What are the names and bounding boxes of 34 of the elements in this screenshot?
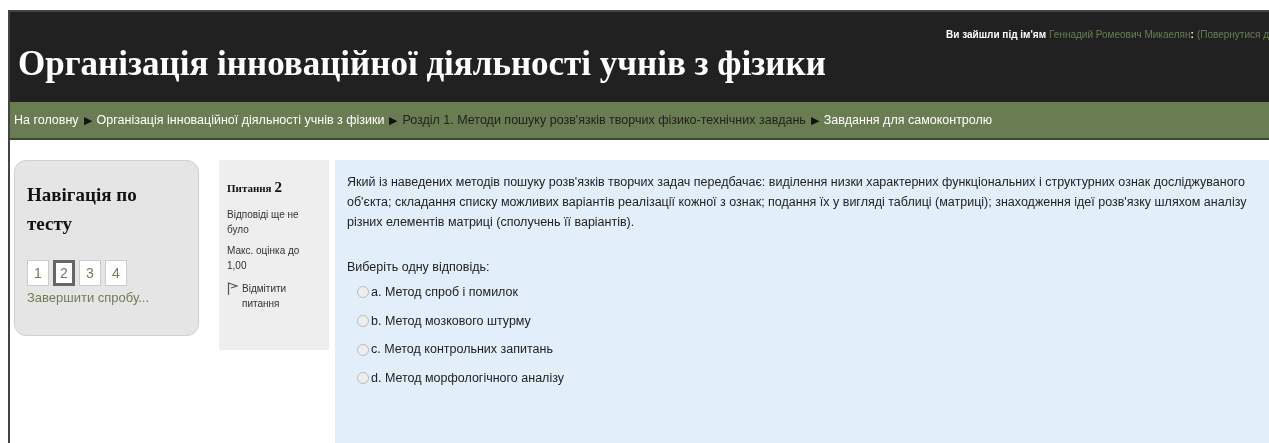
question-number-button[interactable]: 3 [79, 260, 101, 286]
breadcrumb-separator: ▶ [83, 112, 92, 128]
finish-attempt-link[interactable]: Завершити спробу... [27, 288, 186, 308]
question-text: Який із наведених методів пошуку розв'язків творчих задач передбачає: виділення низки характерних функціональних і структурних ознак досліджуваного об'єкта; складання списку можливих варіантів реалізації кожної з ознак; подання їх у вигляді таблиці (матриці); знаходження ідеї розв'язку шляхом аналізу різних елементів матриці (сполучень її варіантів). [347, 174, 1248, 231]
radio-button[interactable] [357, 314, 369, 327]
breadcrumb-separator: ▶ [389, 112, 398, 128]
flag-icon[interactable] [227, 281, 238, 295]
answer-option: c. Метод контрольних запитань [371, 340, 553, 359]
flag-question-link[interactable]: Відмітити питання [242, 280, 321, 311]
radio-button[interactable] [357, 343, 369, 356]
radio-button[interactable] [357, 286, 369, 299]
answer-option: d. Метод морфологічного аналізу [371, 369, 564, 388]
breadcrumb-link[interactable]: Організація інноваційної діяльності учнів з фізики [96, 110, 385, 130]
site-title: Організація інноваційної діяльності учнів з фізики [18, 43, 826, 85]
panel-title: Навігація по тесту [27, 183, 138, 236]
question-label: Питання [227, 181, 272, 196]
answer-option: b. Метод мозкового штурму [371, 311, 531, 331]
radio-button[interactable] [357, 372, 369, 385]
answer-option: a. Метод спроб і помилок [371, 282, 518, 302]
breadcrumb-link[interactable]: Завдання для самоконтролю [823, 110, 993, 130]
separator-text: : [1190, 29, 1194, 40]
breadcrumb-separator: ▶ [810, 112, 819, 128]
answer-prompt: Виберіть одну відповідь: [347, 259, 491, 276]
question-state: Відповіді ще не було [227, 207, 300, 237]
question-number-button[interactable]: 1 [27, 260, 49, 286]
user-name-link[interactable]: Геннадий Ромеович Микаелян: [1049, 27, 1194, 42]
login-label: Ви зайшли під ім'ям [946, 28, 1047, 42]
breadcrumb-link[interactable]: На головну [14, 110, 79, 130]
question-number-button[interactable]: 2 [53, 260, 75, 286]
logout-link[interactable]: (Повернутися д [1196, 27, 1269, 42]
breadcrumb-link[interactable]: Розділ 1. Методи пошуку розв'язків творчих фізико-технічних завдань [402, 110, 806, 130]
question-number-button[interactable]: 4 [105, 260, 127, 286]
question-number: 2 [274, 178, 283, 197]
max-grade: Макс. оцінка до 1,00 [227, 243, 301, 273]
